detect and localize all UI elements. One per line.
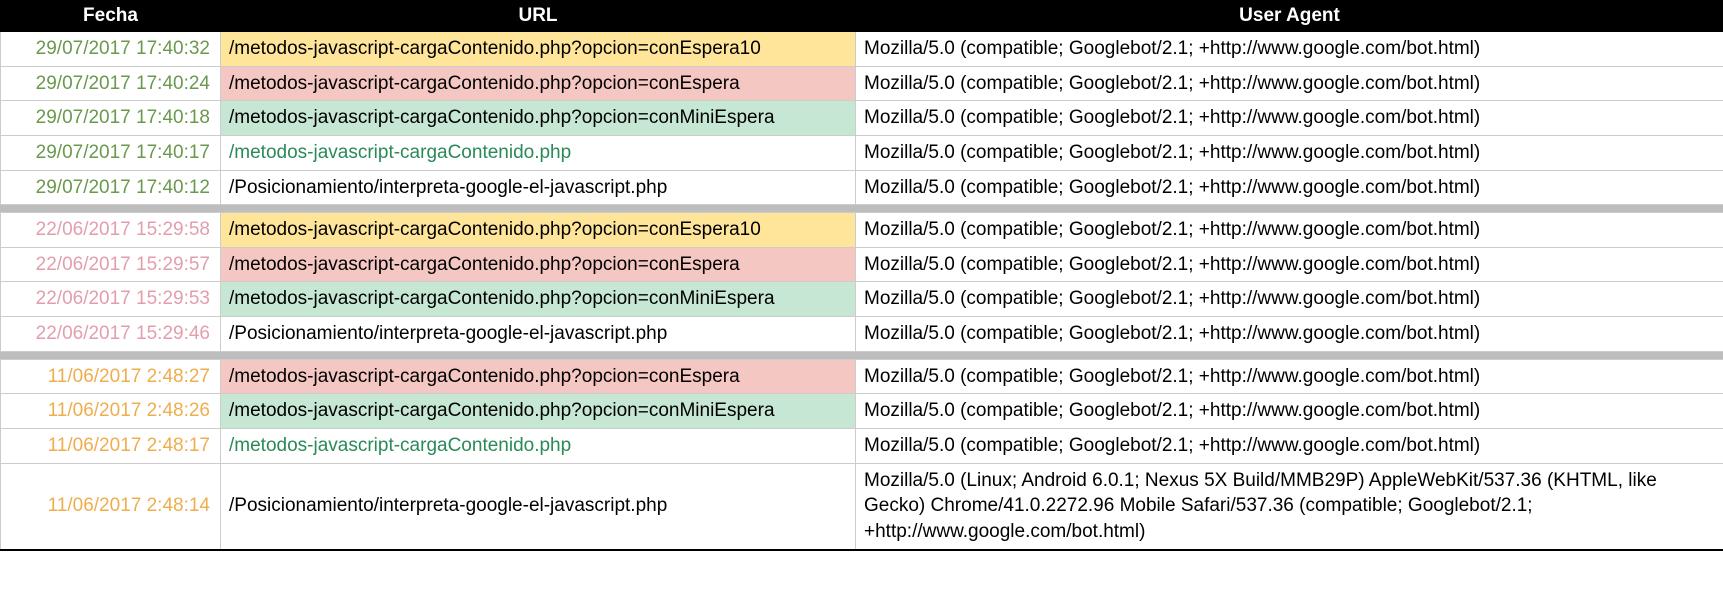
cell-url: /metodos-javascript-cargaContenido.php?o…	[221, 213, 856, 248]
cell-url: /Posicionamiento/interpreta-google-el-ja…	[221, 463, 856, 549]
cell-fecha: 22/06/2017 15:29:57	[1, 247, 221, 282]
table-row: 22/06/2017 15:29:53/metodos-javascript-c…	[1, 282, 1723, 317]
separator-row	[1, 205, 1723, 213]
cell-fecha: 29/07/2017 17:40:12	[1, 170, 221, 205]
cell-user-agent: Mozilla/5.0 (compatible; Googlebot/2.1; …	[856, 213, 1723, 248]
cell-user-agent: Mozilla/5.0 (compatible; Googlebot/2.1; …	[856, 394, 1723, 429]
cell-url: /metodos-javascript-cargaContenido.php	[221, 135, 856, 170]
cell-user-agent: Mozilla/5.0 (compatible; Googlebot/2.1; …	[856, 32, 1723, 67]
header-fecha: Fecha	[1, 1, 221, 32]
cell-user-agent: Mozilla/5.0 (compatible; Googlebot/2.1; …	[856, 170, 1723, 205]
cell-fecha: 22/06/2017 15:29:46	[1, 317, 221, 352]
table-row: 29/07/2017 17:40:17/metodos-javascript-c…	[1, 135, 1723, 170]
cell-fecha: 29/07/2017 17:40:32	[1, 32, 221, 67]
cell-url: /metodos-javascript-cargaContenido.php?o…	[221, 66, 856, 101]
table-row: 11/06/2017 2:48:17/metodos-javascript-ca…	[1, 429, 1723, 464]
table-header-row: Fecha URL User Agent	[1, 1, 1723, 32]
cell-url: /metodos-javascript-cargaContenido.php?o…	[221, 32, 856, 67]
separator-cell	[1, 351, 1723, 359]
table-body: 29/07/2017 17:40:32/metodos-javascript-c…	[1, 32, 1723, 550]
cell-url: /metodos-javascript-cargaContenido.php?o…	[221, 282, 856, 317]
cell-url: /metodos-javascript-cargaContenido.php	[221, 429, 856, 464]
cell-fecha: 11/06/2017 2:48:17	[1, 429, 221, 464]
cell-fecha: 22/06/2017 15:29:58	[1, 213, 221, 248]
cell-user-agent: Mozilla/5.0 (compatible; Googlebot/2.1; …	[856, 135, 1723, 170]
table-row: 22/06/2017 15:29:57/metodos-javascript-c…	[1, 247, 1723, 282]
cell-url: /metodos-javascript-cargaContenido.php?o…	[221, 394, 856, 429]
header-ua: User Agent	[856, 1, 1723, 32]
cell-fecha: 22/06/2017 15:29:53	[1, 282, 221, 317]
cell-url: /metodos-javascript-cargaContenido.php?o…	[221, 359, 856, 394]
cell-url: /metodos-javascript-cargaContenido.php?o…	[221, 247, 856, 282]
cell-user-agent: Mozilla/5.0 (Linux; Android 6.0.1; Nexus…	[856, 463, 1723, 549]
cell-user-agent: Mozilla/5.0 (compatible; Googlebot/2.1; …	[856, 317, 1723, 352]
cell-fecha: 11/06/2017 2:48:14	[1, 463, 221, 549]
cell-url: /Posicionamiento/interpreta-google-el-ja…	[221, 317, 856, 352]
cell-user-agent: Mozilla/5.0 (compatible; Googlebot/2.1; …	[856, 359, 1723, 394]
table-row: 29/07/2017 17:40:18/metodos-javascript-c…	[1, 101, 1723, 136]
table-row: 29/07/2017 17:40:24/metodos-javascript-c…	[1, 66, 1723, 101]
cell-user-agent: Mozilla/5.0 (compatible; Googlebot/2.1; …	[856, 66, 1723, 101]
log-table: Fecha URL User Agent 29/07/2017 17:40:32…	[0, 0, 1723, 551]
cell-fecha: 29/07/2017 17:40:24	[1, 66, 221, 101]
cell-fecha: 11/06/2017 2:48:26	[1, 394, 221, 429]
cell-user-agent: Mozilla/5.0 (compatible; Googlebot/2.1; …	[856, 101, 1723, 136]
table-row: 11/06/2017 2:48:27/metodos-javascript-ca…	[1, 359, 1723, 394]
cell-user-agent: Mozilla/5.0 (compatible; Googlebot/2.1; …	[856, 429, 1723, 464]
cell-user-agent: Mozilla/5.0 (compatible; Googlebot/2.1; …	[856, 247, 1723, 282]
cell-user-agent: Mozilla/5.0 (compatible; Googlebot/2.1; …	[856, 282, 1723, 317]
table-row: 11/06/2017 2:48:26/metodos-javascript-ca…	[1, 394, 1723, 429]
cell-fecha: 29/07/2017 17:40:18	[1, 101, 221, 136]
separator-row	[1, 351, 1723, 359]
cell-url: /Posicionamiento/interpreta-google-el-ja…	[221, 170, 856, 205]
table-row: 29/07/2017 17:40:12/Posicionamiento/inte…	[1, 170, 1723, 205]
table-row: 22/06/2017 15:29:58/metodos-javascript-c…	[1, 213, 1723, 248]
cell-url: /metodos-javascript-cargaContenido.php?o…	[221, 101, 856, 136]
cell-fecha: 29/07/2017 17:40:17	[1, 135, 221, 170]
cell-fecha: 11/06/2017 2:48:27	[1, 359, 221, 394]
table-row: 22/06/2017 15:29:46/Posicionamiento/inte…	[1, 317, 1723, 352]
table-row: 11/06/2017 2:48:14/Posicionamiento/inter…	[1, 463, 1723, 549]
table-row: 29/07/2017 17:40:32/metodos-javascript-c…	[1, 32, 1723, 67]
separator-cell	[1, 205, 1723, 213]
header-url: URL	[221, 1, 856, 32]
